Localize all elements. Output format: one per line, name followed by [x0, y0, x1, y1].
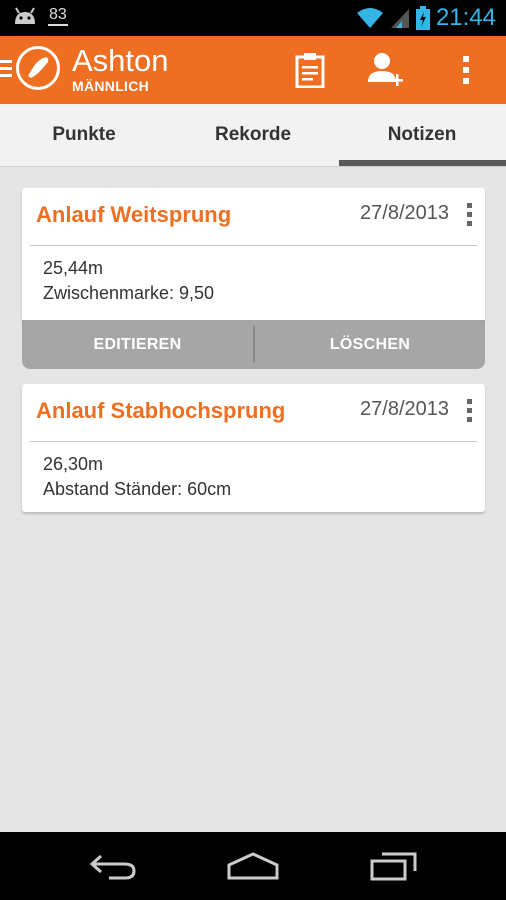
- recent-apps-button[interactable]: [361, 846, 425, 886]
- add-person-icon: [368, 53, 403, 86]
- action-bar: Ashton MÄNNLICH: [0, 36, 506, 104]
- tab-rekorde[interactable]: Rekorde: [169, 104, 337, 166]
- edit-button[interactable]: EDITIEREN: [22, 320, 253, 369]
- note-overflow-icon[interactable]: [465, 398, 475, 424]
- tab-notizen[interactable]: Notizen: [338, 104, 506, 166]
- home-icon: [227, 852, 279, 880]
- note-card[interactable]: Anlauf Weitsprung 27/8/2013 25,44m Zwisc…: [22, 188, 485, 322]
- note-card[interactable]: Anlauf Stabhochsprung 27/8/2013 26,30m A…: [22, 384, 485, 512]
- note-date: 27/8/2013: [360, 202, 449, 224]
- note-line: Zwischenmarke: 9,50: [43, 283, 215, 303]
- back-button[interactable]: [81, 846, 145, 886]
- note-divider: [30, 441, 477, 442]
- overflow-menu-icon: [463, 56, 469, 84]
- back-icon: [89, 854, 136, 880]
- delete-button[interactable]: LÖSCHEN: [255, 320, 485, 369]
- note-title: Anlauf Stabhochsprung: [36, 398, 286, 423]
- note-divider: [30, 245, 477, 246]
- notification-count: 83: [48, 6, 68, 26]
- title-block[interactable]: Ashton MÄNNLICH: [72, 43, 169, 95]
- note-actions-bar: EDITIEREN LÖSCHEN: [22, 320, 485, 369]
- note-title: Anlauf Weitsprung: [36, 202, 232, 227]
- note-line: Abstand Ständer: 60cm: [43, 479, 232, 499]
- drawer-icon[interactable]: [0, 58, 14, 80]
- tab-selected-indicator: [339, 160, 506, 166]
- note-overflow-icon[interactable]: [465, 202, 475, 228]
- tab-bar: Punkte Rekorde Notizen: [0, 104, 506, 167]
- app-logo[interactable]: [16, 46, 60, 90]
- note-line: 26,30m: [43, 454, 104, 474]
- overflow-menu-button[interactable]: [444, 48, 488, 92]
- signal-icon: [390, 9, 409, 28]
- clipboard-button[interactable]: [288, 48, 332, 92]
- note-line: 25,44m: [43, 258, 104, 278]
- clock: 21:44: [435, 4, 496, 31]
- shoe-logo-icon: [28, 57, 49, 78]
- add-athlete-button[interactable]: [364, 48, 408, 92]
- recent-apps-icon: [370, 852, 417, 881]
- android-icon: [15, 7, 35, 24]
- tab-punkte[interactable]: Punkte: [0, 104, 168, 166]
- home-button[interactable]: [221, 846, 285, 886]
- app-title: Ashton: [72, 43, 169, 78]
- app-subtitle: MÄNNLICH: [72, 78, 150, 94]
- note-date: 27/8/2013: [360, 398, 449, 420]
- navigation-bar: [0, 832, 506, 900]
- wifi-icon: [356, 8, 383, 28]
- clipboard-icon: [295, 53, 325, 88]
- battery-charging-icon: [415, 6, 430, 30]
- status-bar: 83 21:44: [0, 0, 506, 36]
